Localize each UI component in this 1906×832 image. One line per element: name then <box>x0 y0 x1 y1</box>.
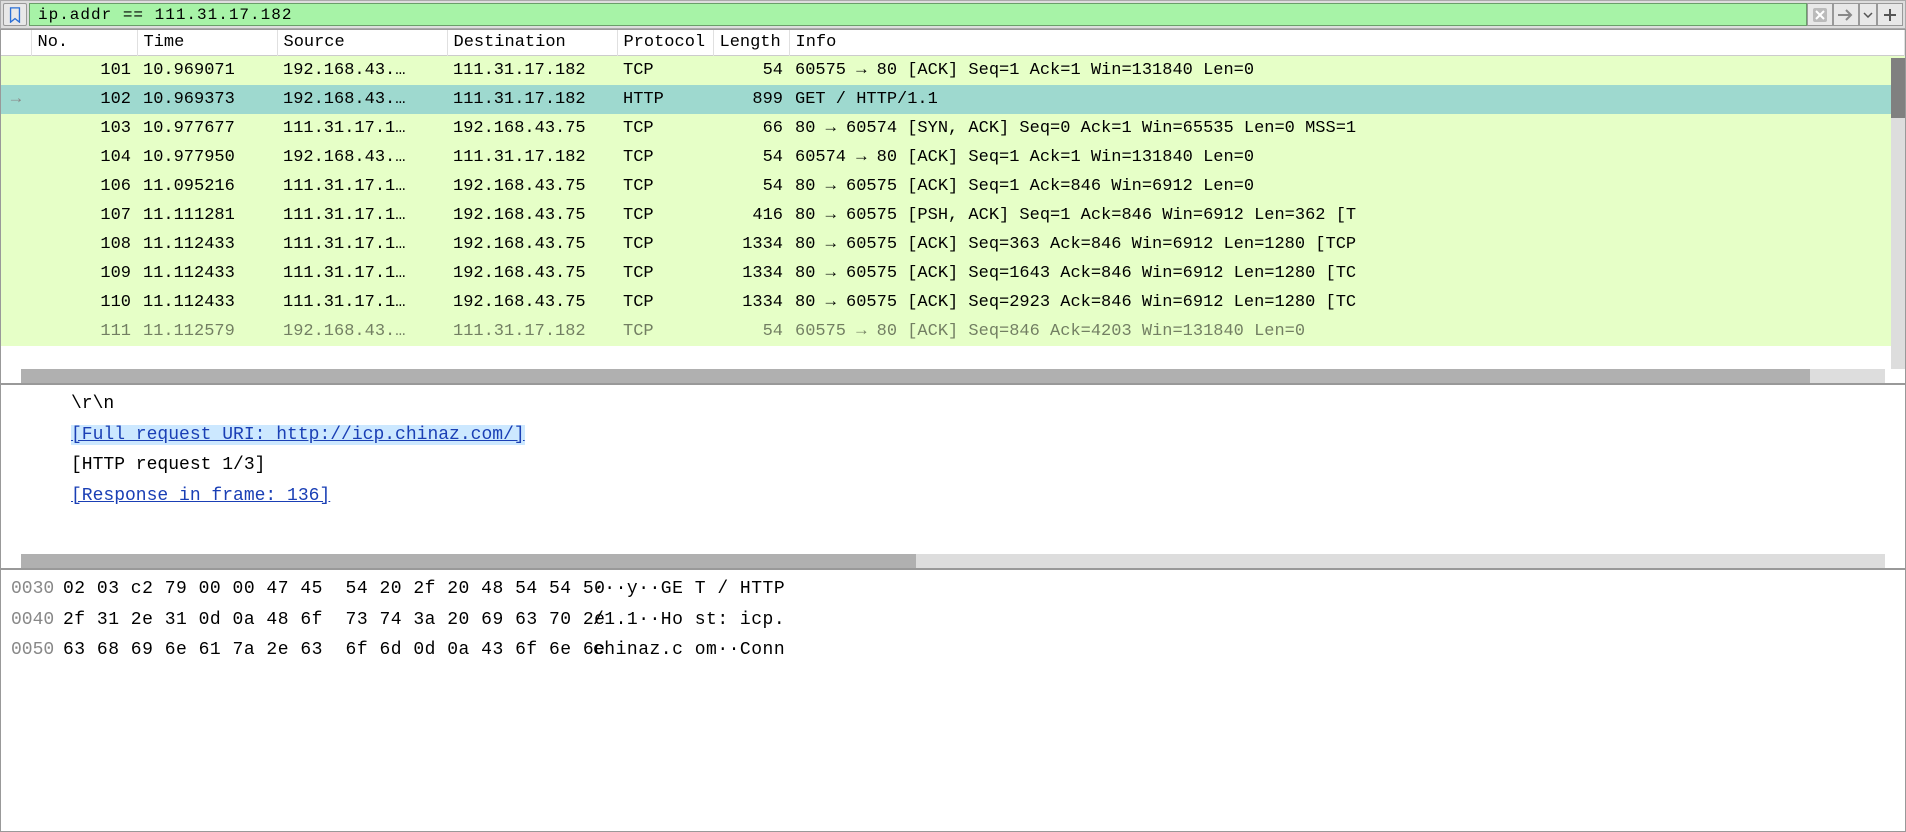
packet-row[interactable]: →10210.969373192.168.43.…111.31.17.182HT… <box>1 85 1905 114</box>
hex-row[interactable]: 00402f 31 2e 31 0d 0a 48 6f 73 74 3a 20 … <box>1 605 1905 636</box>
hex-row[interactable]: 003002 03 c2 79 00 00 47 45 54 20 2f 20 … <box>1 574 1905 605</box>
col-no[interactable]: No. <box>31 30 137 56</box>
hex-offset: 0040 <box>1 605 63 636</box>
packet-table[interactable]: No. Time Source Destination Protocol Len… <box>1 30 1905 346</box>
plus-icon <box>1883 8 1897 22</box>
chevron-down-icon <box>1863 12 1873 18</box>
details-hscroll[interactable] <box>21 554 1885 568</box>
hex-ascii: /1.1··Ho st: icp. <box>573 605 785 636</box>
packet-list-vscroll[interactable] <box>1891 58 1905 369</box>
detail-line-response-frame[interactable]: [Response in frame: 136] <box>71 481 1903 512</box>
filter-dropdown-button[interactable] <box>1859 3 1877 26</box>
col-protocol[interactable]: Protocol <box>617 30 713 56</box>
packet-row[interactable]: 10911.112433111.31.17.1…192.168.43.75TCP… <box>1 259 1905 288</box>
arrow-right-icon <box>1837 8 1855 22</box>
packet-row[interactable]: 11111.112579192.168.43.…111.31.17.182TCP… <box>1 317 1905 346</box>
hex-bytes: 63 68 69 6e 61 7a 2e 63 6f 6d 0d 0a 43 6… <box>63 635 573 666</box>
hex-ascii: chinaz.c om··Conn <box>573 635 785 666</box>
filter-toolbar <box>0 0 1906 29</box>
packet-row[interactable]: 10410.977950192.168.43.…111.31.17.182TCP… <box>1 143 1905 172</box>
hex-offset: 0030 <box>1 574 63 605</box>
packet-row[interactable]: 10711.111281111.31.17.1…192.168.43.75TCP… <box>1 201 1905 230</box>
bookmark-button[interactable] <box>3 3 27 26</box>
hex-row[interactable]: 005063 68 69 6e 61 7a 2e 63 6f 6d 0d 0a … <box>1 635 1905 666</box>
packet-row[interactable]: 10310.977677111.31.17.1…192.168.43.75TCP… <box>1 114 1905 143</box>
hex-offset: 0050 <box>1 635 63 666</box>
col-length[interactable]: Length <box>713 30 789 56</box>
packet-row[interactable]: 10811.112433111.31.17.1…192.168.43.75TCP… <box>1 230 1905 259</box>
col-info[interactable]: Info <box>789 30 1905 56</box>
col-destination[interactable]: Destination <box>447 30 617 56</box>
packet-row[interactable]: 10611.095216111.31.17.1…192.168.43.75TCP… <box>1 172 1905 201</box>
detail-line-full-uri[interactable]: [Full request URI: http://icp.chinaz.com… <box>71 420 1903 451</box>
detail-line[interactable]: [HTTP request 1/3] <box>71 450 1903 481</box>
col-time[interactable]: Time <box>137 30 277 56</box>
packet-row[interactable]: 10110.969071192.168.43.…111.31.17.182TCP… <box>1 56 1905 85</box>
bookmark-icon <box>8 7 22 23</box>
hex-bytes: 2f 31 2e 31 0d 0a 48 6f 73 74 3a 20 69 6… <box>63 605 573 636</box>
filter-clear-button[interactable] <box>1807 3 1833 26</box>
packet-table-header[interactable]: No. Time Source Destination Protocol Len… <box>1 30 1905 56</box>
filter-apply-button[interactable] <box>1833 3 1859 26</box>
close-icon <box>1812 7 1828 23</box>
row-marker-icon: → <box>11 90 21 109</box>
col-source[interactable]: Source <box>277 30 447 56</box>
packet-details-panel: \r\n [Full request URI: http://icp.china… <box>0 384 1906 569</box>
hex-bytes: 02 03 c2 79 00 00 47 45 54 20 2f 20 48 5… <box>63 574 573 605</box>
display-filter-input[interactable] <box>29 3 1807 26</box>
filter-add-button[interactable] <box>1877 3 1903 26</box>
detail-line[interactable]: \r\n <box>71 389 1903 420</box>
hex-ascii: ···y··GE T / HTTP <box>573 574 785 605</box>
packet-row[interactable]: 11011.112433111.31.17.1…192.168.43.75TCP… <box>1 288 1905 317</box>
hex-panel: 003002 03 c2 79 00 00 47 45 54 20 2f 20 … <box>0 569 1906 832</box>
packet-list-hscroll[interactable] <box>21 369 1885 383</box>
packet-list-panel: No. Time Source Destination Protocol Len… <box>0 29 1906 384</box>
